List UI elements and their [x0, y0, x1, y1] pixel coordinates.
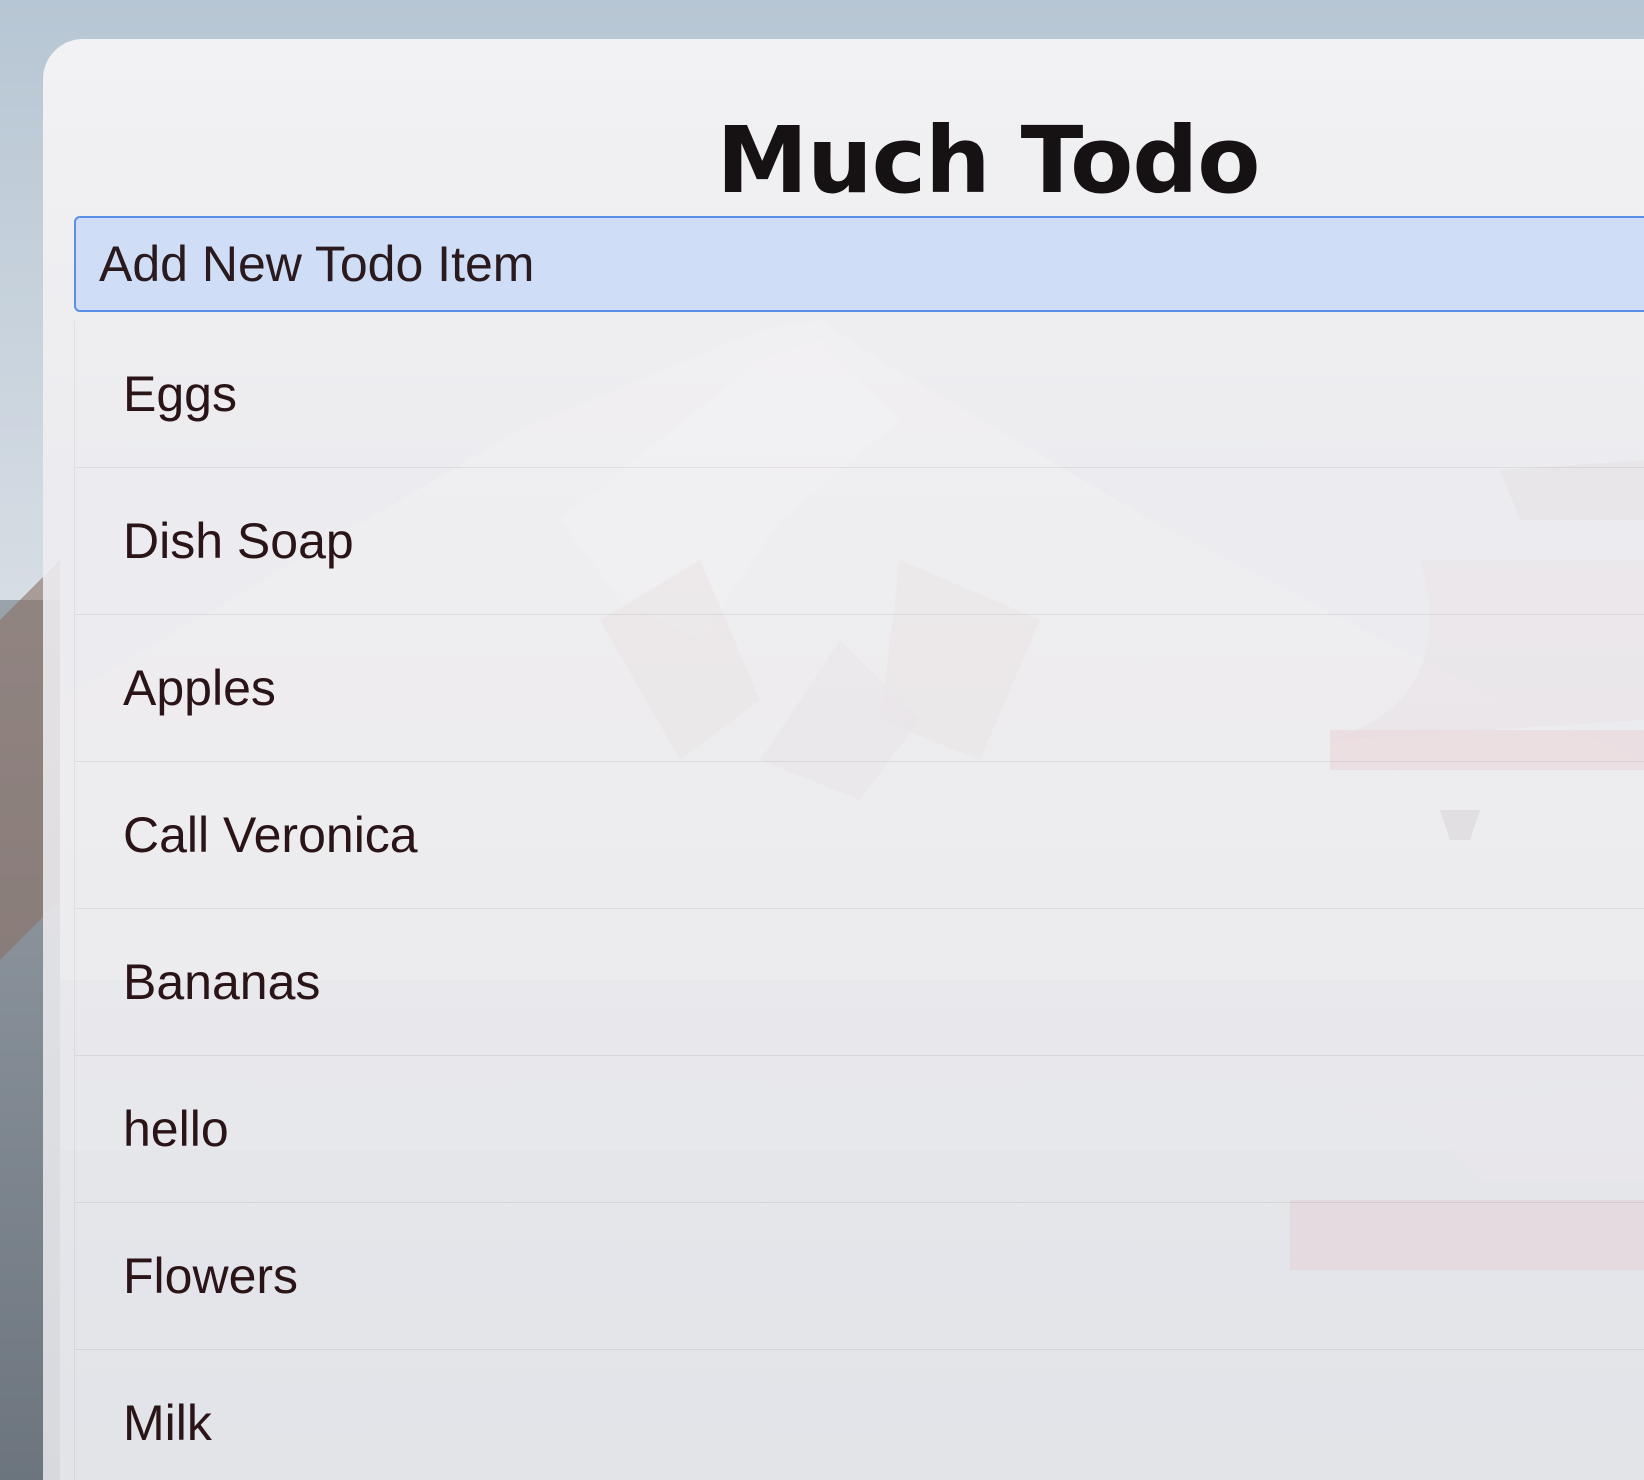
new-todo-input[interactable]: [74, 216, 1644, 312]
todo-item-call-veronica[interactable]: Call Veronica: [75, 762, 1644, 909]
todo-item-label: Eggs: [123, 366, 237, 422]
todo-item-bananas[interactable]: Bananas: [75, 909, 1644, 1056]
todo-item-apples[interactable]: Apples: [75, 615, 1644, 762]
todo-item-label: hello: [123, 1101, 229, 1157]
todo-item-dish-soap[interactable]: Dish Soap: [75, 468, 1644, 615]
todo-item-label: Dish Soap: [123, 513, 354, 569]
todo-item-label: Milk: [123, 1395, 212, 1451]
app-window: Much Todo Eggs Dish Soap Apples Call Ver…: [0, 0, 1644, 1480]
app-title: Much Todo: [716, 107, 1261, 214]
todo-item-hello[interactable]: hello: [75, 1056, 1644, 1203]
todo-item-eggs[interactable]: Eggs: [75, 321, 1644, 468]
todo-item-milk[interactable]: Milk: [75, 1350, 1644, 1480]
todo-panel: Much Todo Eggs Dish Soap Apples Call Ver…: [43, 39, 1644, 1480]
todo-list: Eggs Dish Soap Apples Call Veronica Bana…: [74, 321, 1644, 1480]
todo-item-label: Call Veronica: [123, 807, 418, 863]
todo-item-label: Apples: [123, 660, 276, 716]
todo-item-flowers[interactable]: Flowers: [75, 1203, 1644, 1350]
todo-item-label: Flowers: [123, 1248, 299, 1304]
todo-item-label: Bananas: [123, 954, 321, 1010]
